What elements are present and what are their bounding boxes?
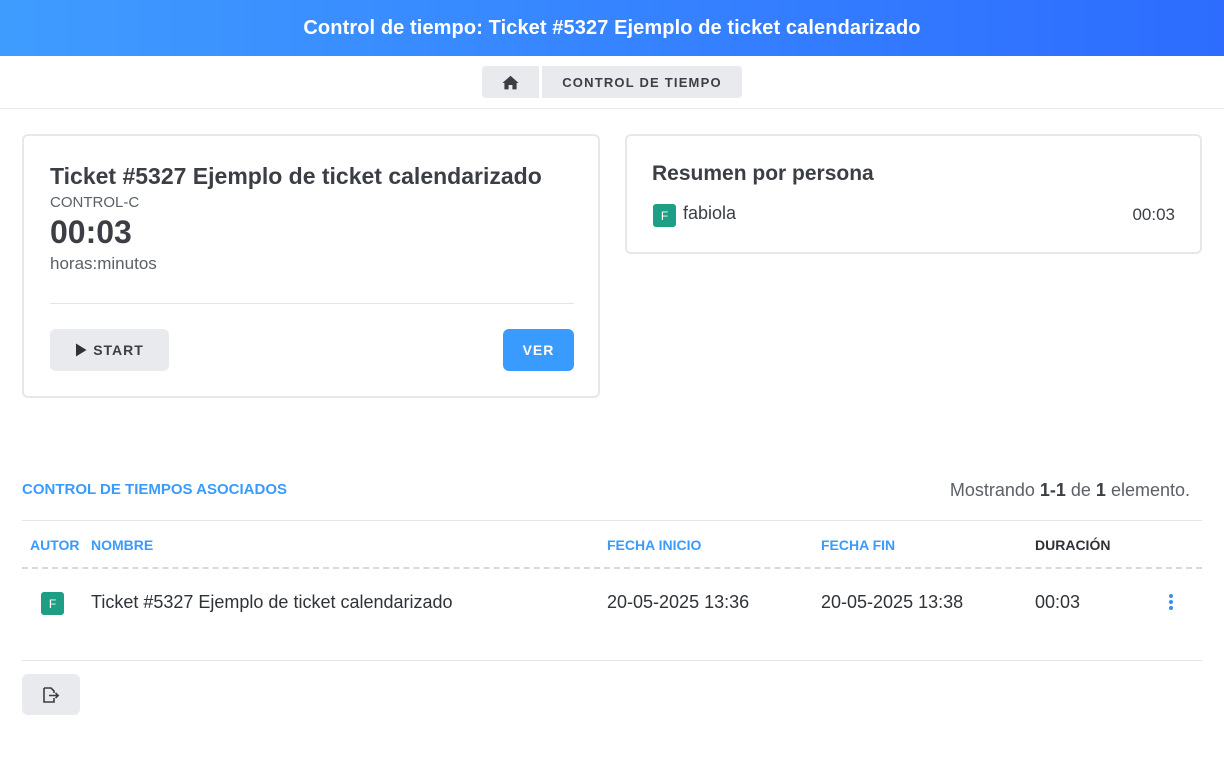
avatar: F: [653, 204, 676, 227]
ticket-time: 00:03: [50, 214, 132, 250]
table-bottom-border: [22, 660, 1202, 661]
play-icon: [76, 343, 87, 357]
kebab-menu-icon[interactable]: [1163, 592, 1179, 612]
breadcrumb: CONTROL DE TIEMPO: [0, 56, 1224, 109]
column-header-duration: DURACIÓN: [1035, 537, 1111, 553]
export-icon: [43, 686, 60, 703]
showing-range: 1-1: [1039, 480, 1066, 500]
column-header-start[interactable]: FECHA INICIO: [607, 537, 701, 553]
column-header-end[interactable]: FECHA FIN: [821, 537, 895, 553]
row-end-date: 20-05-2025 13:38: [821, 592, 964, 612]
avatar: F: [41, 592, 64, 615]
card-divider: [50, 303, 574, 304]
start-button[interactable]: START: [50, 329, 169, 371]
summary-person-time: 00:03: [1132, 205, 1175, 224]
showing-mid: de: [1065, 480, 1096, 500]
showing-suffix: elemento.: [1105, 480, 1190, 500]
row-name: Ticket #5327 Ejemplo de ticket calendari…: [91, 592, 453, 612]
header-divider: [22, 567, 1202, 569]
showing-total: 1: [1095, 480, 1106, 500]
start-button-label: START: [93, 342, 144, 358]
ticket-code: CONTROL-C: [50, 194, 140, 211]
ticket-title: Ticket #5327 Ejemplo de ticket calendari…: [50, 163, 542, 189]
breadcrumb-current[interactable]: CONTROL DE TIEMPO: [542, 66, 742, 98]
table-top-border: [22, 520, 1202, 521]
row-start-date: 20-05-2025 13:36: [607, 592, 750, 612]
ticket-card: Ticket #5327 Ejemplo de ticket calendari…: [22, 134, 600, 398]
column-header-author[interactable]: AUTOR: [30, 537, 80, 553]
export-button[interactable]: [22, 674, 80, 715]
summary-person-name: fabiola: [683, 203, 737, 223]
page-title: Control de tiempo: Ticket #5327 Ejemplo …: [303, 16, 921, 39]
showing-prefix: Mostrando: [949, 480, 1040, 500]
page-header: Control de tiempo: Ticket #5327 Ejemplo …: [0, 0, 1224, 56]
summary-card: Resumen por persona F fabiola 00:03: [625, 134, 1202, 254]
home-icon: [502, 75, 519, 89]
column-header-name[interactable]: NOMBRE: [91, 537, 153, 553]
row-duration: 00:03: [1035, 592, 1081, 612]
pagination-summary: Mostrando 1-1 de 1 elemento.: [950, 480, 1190, 501]
breadcrumb-home[interactable]: [482, 66, 539, 98]
section-title: CONTROL DE TIEMPOS ASOCIADOS: [22, 481, 288, 498]
summary-title: Resumen por persona: [652, 162, 874, 185]
ticket-time-unit: horas:minutos: [50, 254, 157, 273]
view-button[interactable]: VER: [503, 329, 574, 371]
